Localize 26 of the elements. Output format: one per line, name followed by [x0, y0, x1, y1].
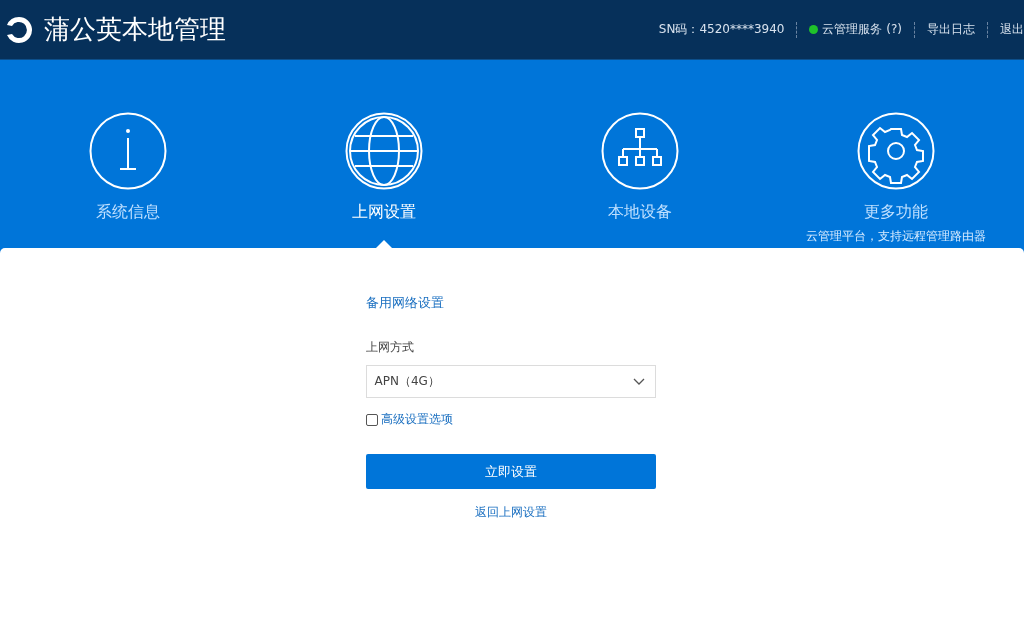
- submit-button[interactable]: 立即设置: [365, 454, 656, 489]
- nav-tab[interactable]: 更多功能 云管理平台，支持远程管理路由器: [768, 60, 1024, 248]
- logo-icon: [4, 14, 34, 45]
- checkbox-label: 高级设置选项: [380, 411, 453, 428]
- connection-select[interactable]: APN（4G）: [365, 365, 656, 398]
- app-title: 蒲公英本地管理: [44, 13, 226, 46]
- settings-icon: [857, 112, 935, 190]
- nav-label: 本地设备: [608, 202, 672, 223]
- field-label: 上网方式: [365, 339, 415, 356]
- info-icon: [89, 112, 167, 190]
- nav-tab[interactable]: 系统信息: [0, 60, 256, 248]
- nav-subtitle: 云管理平台，支持远程管理路由器: [806, 228, 986, 245]
- globe-icon: [345, 112, 423, 190]
- back-link[interactable]: 返回上网设置: [474, 504, 547, 521]
- chevron-down-icon: [632, 377, 645, 386]
- header-link[interactable]: 退出: [1000, 21, 1024, 38]
- nav-label: 上网设置: [352, 202, 416, 223]
- nav-label: 更多功能: [864, 202, 928, 223]
- serial-number: SN码：4520****3940: [658, 21, 785, 38]
- nav-label: 系统信息: [96, 202, 160, 223]
- advanced-checkbox[interactable]: [365, 413, 378, 426]
- section-heading: 备用网络设置: [365, 294, 445, 312]
- cloud-service-link[interactable]: 云管理服务 (?): [822, 21, 902, 38]
- network-icon: [601, 112, 679, 190]
- header-link[interactable]: 导出日志: [927, 21, 975, 38]
- nav-tab[interactable]: 本地设备: [512, 60, 768, 248]
